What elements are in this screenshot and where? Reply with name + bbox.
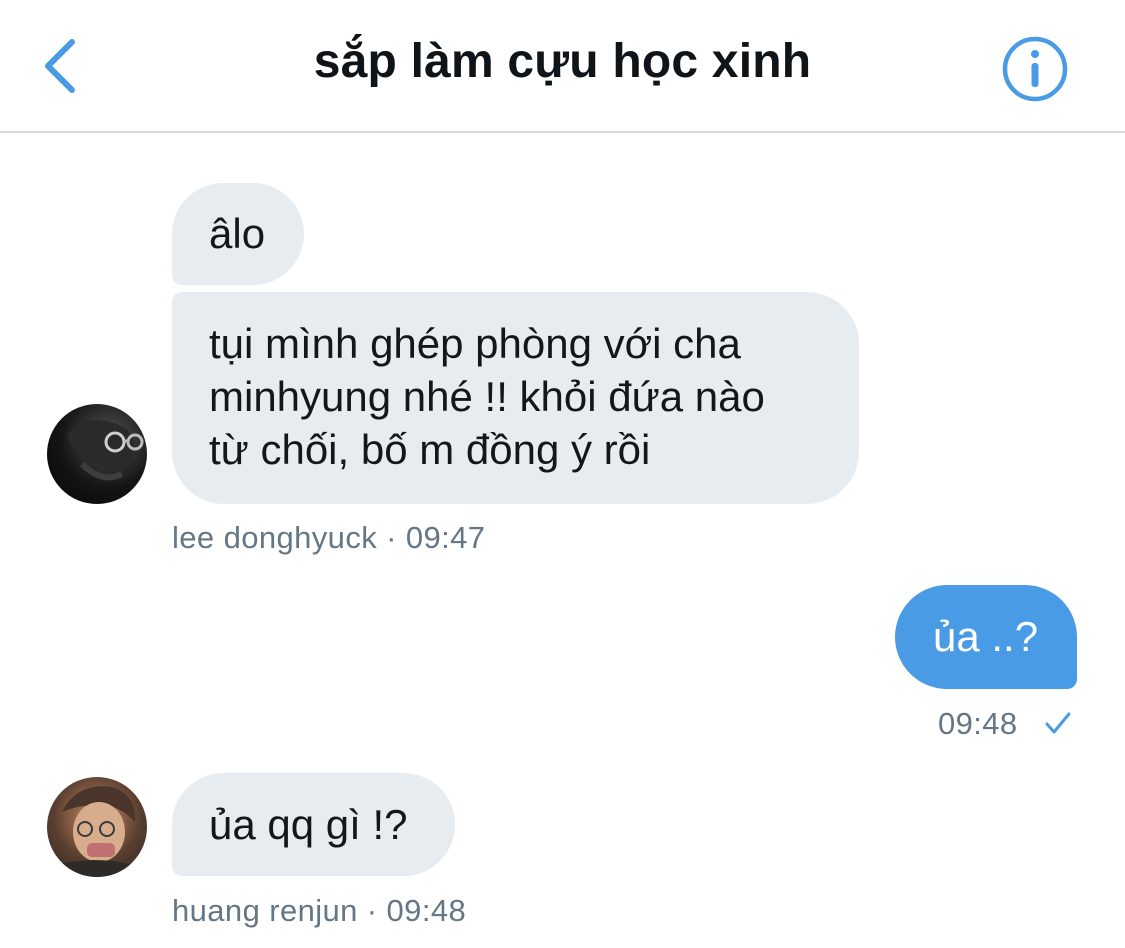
message-bubble-incoming[interactable]: ủa qq gì !? <box>172 773 455 876</box>
message-timestamp: 09:48 <box>938 706 1018 741</box>
message-meta: lee donghyuck · 09:47 <box>172 520 486 555</box>
conversation-title: sắp làm cựu học xinh <box>313 35 812 88</box>
info-icon <box>1002 36 1068 102</box>
message-bubble-incoming[interactable]: tụi mình ghép phòng với cha minhyung nhé… <box>172 292 859 504</box>
message-bubble-incoming[interactable]: âlo <box>172 183 304 285</box>
message-bubble-outgoing[interactable]: ủa ..? <box>895 585 1077 689</box>
avatar-huang-renjun[interactable] <box>47 777 147 877</box>
check-icon <box>1045 712 1071 734</box>
avatar-lee-donghyuck[interactable] <box>47 404 147 504</box>
conversation-header: sắp làm cựu học xinh <box>0 0 1125 133</box>
info-button[interactable] <box>998 32 1072 106</box>
avatar-photo <box>47 786 147 877</box>
avatar-photo <box>67 420 144 481</box>
message-meta: huang renjun · 09:48 <box>172 893 467 928</box>
